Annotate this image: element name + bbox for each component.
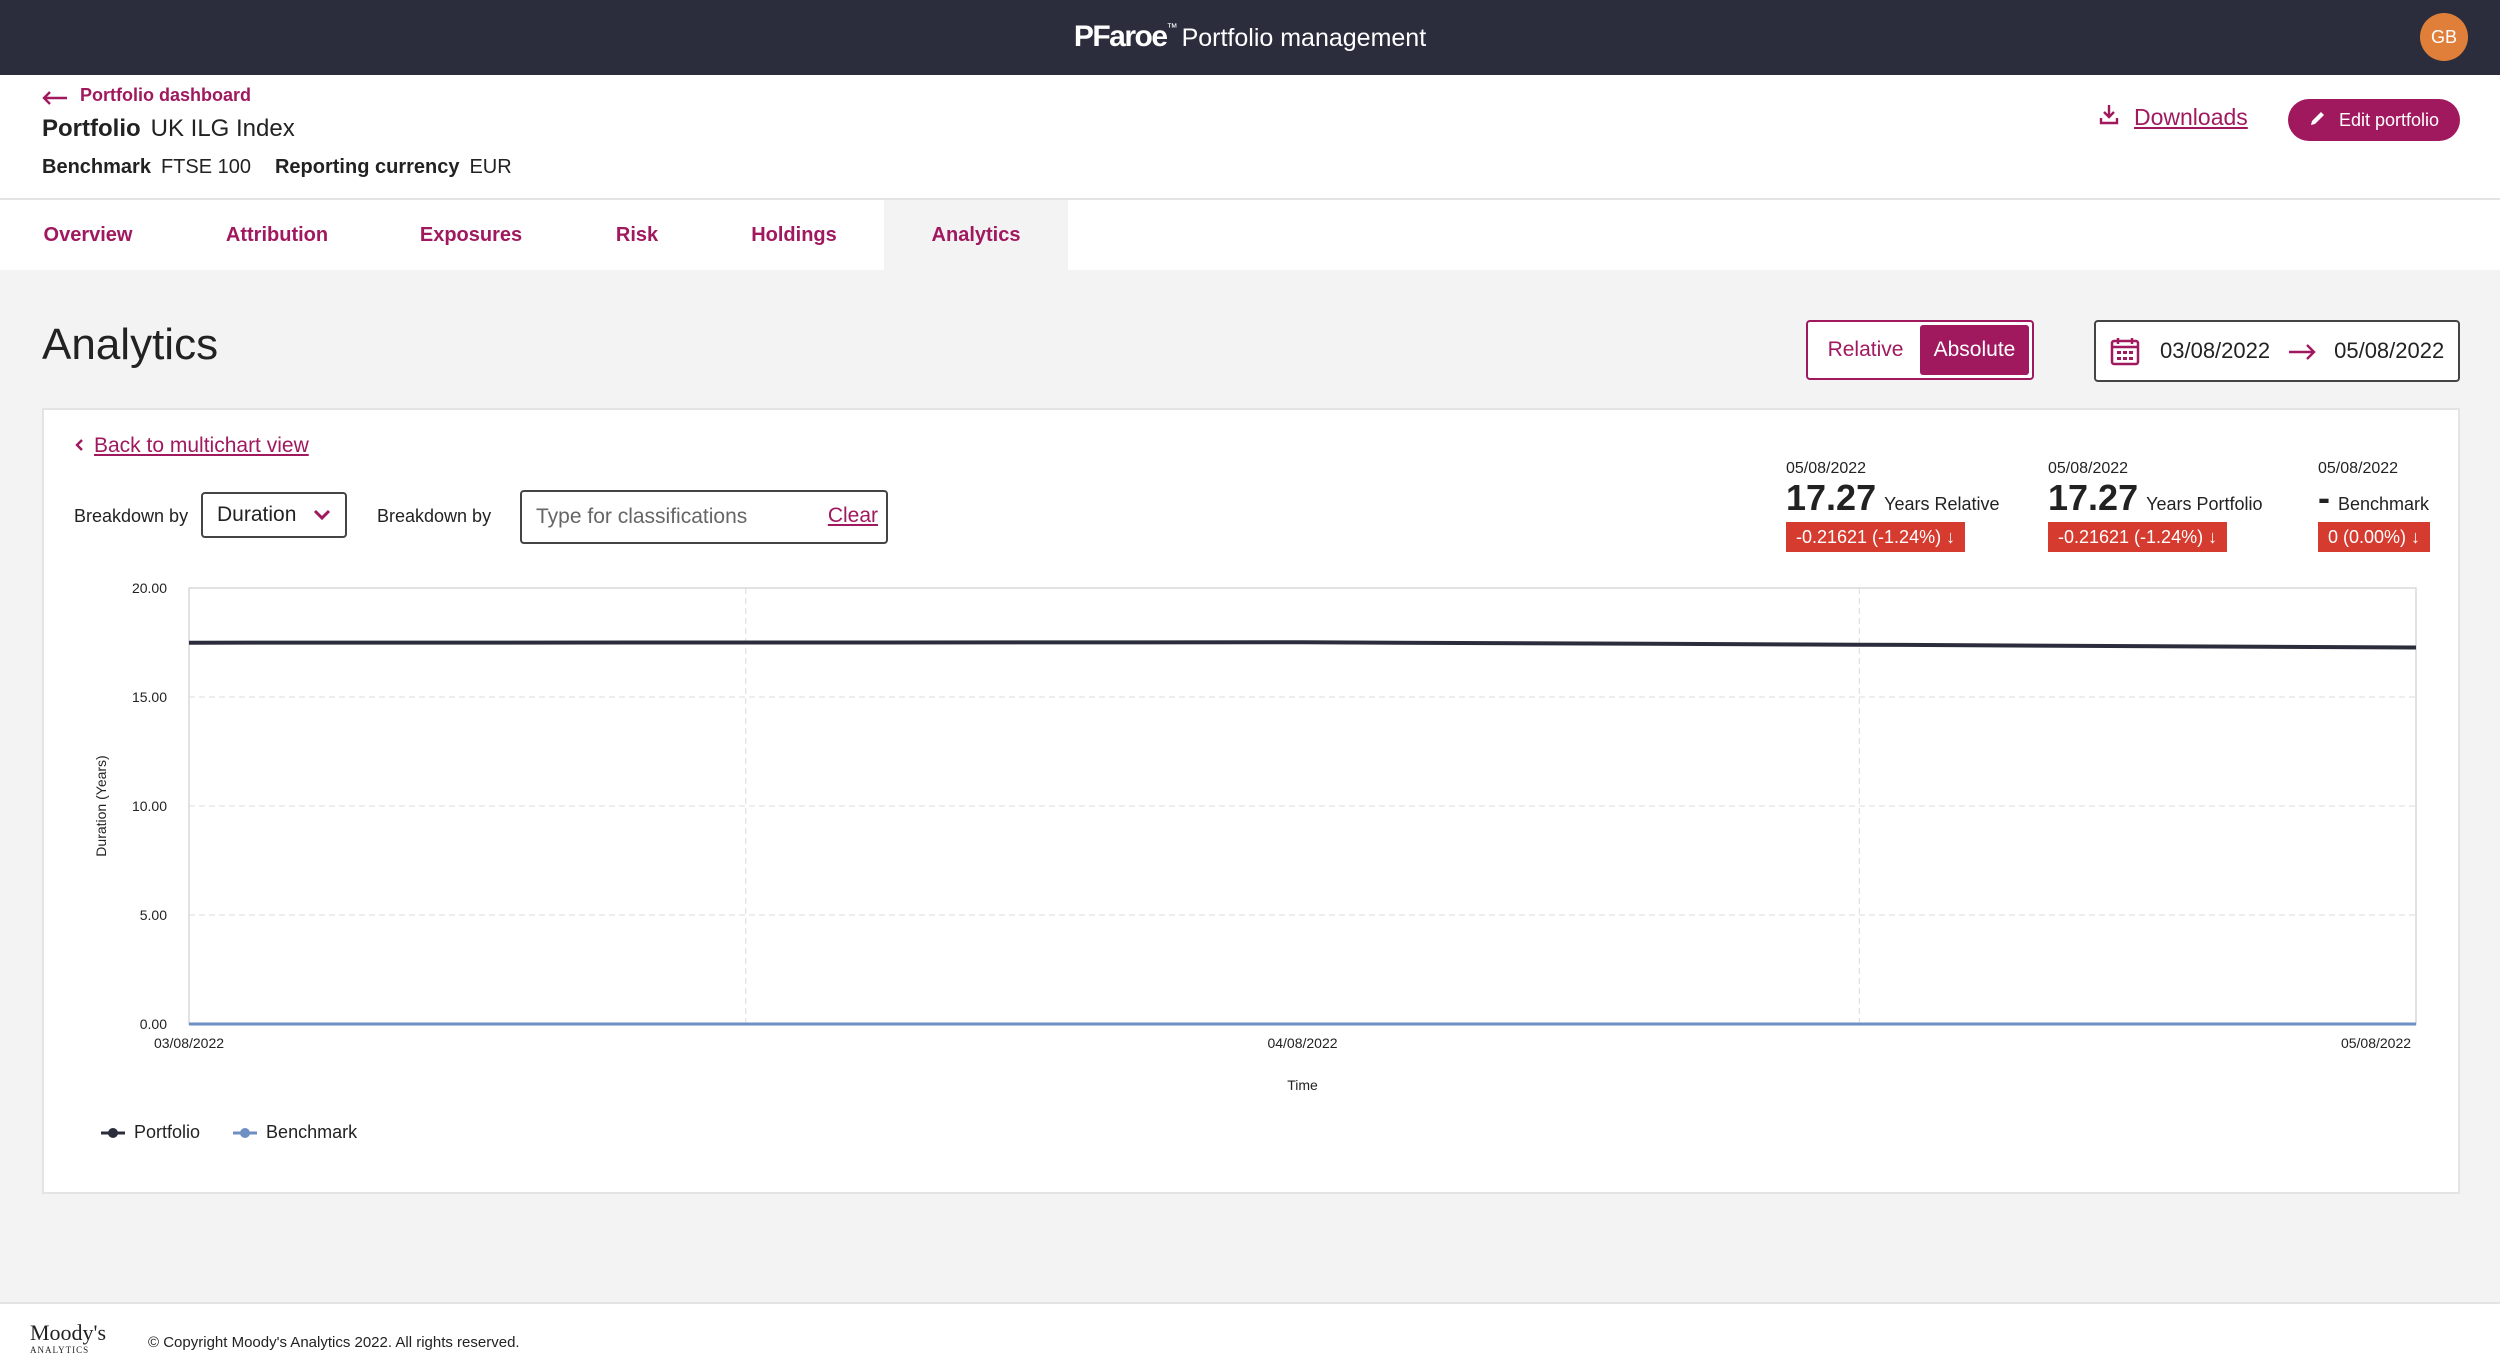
x-axis-title: Time xyxy=(1287,1077,1318,1093)
legend-marker-portfolio xyxy=(101,1127,125,1138)
trademark: ™ xyxy=(1166,22,1178,34)
chart-legend: Portfolio Benchmark xyxy=(100,1122,357,1143)
legend-label-benchmark: Benchmark xyxy=(266,1122,358,1142)
back-to-dashboard-link[interactable]: Portfolio dashboard xyxy=(42,85,251,106)
pencil-icon xyxy=(2309,109,2327,132)
legend-item-benchmark[interactable]: Benchmark xyxy=(232,1122,357,1143)
app-name: Portfolio management xyxy=(1181,24,1427,52)
relative-absolute-toggle: Relative Absolute xyxy=(1806,320,2034,380)
page-title: Analytics xyxy=(42,320,219,369)
portfolio-name: UK ILG Index xyxy=(150,115,295,142)
y-tick-label: 0.00 xyxy=(140,1016,167,1032)
portfolio-line xyxy=(188,640,2417,650)
x-tick-label: 03/08/2022 xyxy=(154,1035,224,1051)
portfolio-header: Portfolio dashboard Portfolio UK ILG Inde… xyxy=(0,75,2500,200)
portfolio-label: Portfolio xyxy=(42,115,141,142)
y-tick-label: 10.00 xyxy=(132,798,167,814)
arrow-left-icon xyxy=(42,87,68,105)
avatar[interactable]: GB xyxy=(2420,13,2468,61)
tab-exposures[interactable]: Exposures xyxy=(394,200,548,270)
y-axis-title: Duration (Years) xyxy=(93,755,109,856)
top-bar: PFaroe™ Portfolio management GB xyxy=(0,0,2500,75)
tab-risk[interactable]: Risk xyxy=(592,200,682,270)
toggle-absolute[interactable]: Absolute xyxy=(1920,325,2029,375)
currency-value: EUR xyxy=(469,156,512,178)
toggle-relative[interactable]: Relative xyxy=(1811,325,1920,375)
moodys-logo-subtext: ANALYTICS xyxy=(30,1345,90,1355)
date-start: 03/08/2022 xyxy=(2160,338,2271,363)
back-to-dashboard-label: Portfolio dashboard xyxy=(80,85,251,105)
benchmark-name: FTSE 100 xyxy=(160,156,251,178)
copyright-text: © Copyright Moody's Analytics 2022. All … xyxy=(148,1334,520,1351)
chart-card: Back to multichart view Breakdown by Dur… xyxy=(42,408,2460,1194)
legend-item-portfolio[interactable]: Portfolio xyxy=(100,1122,200,1143)
benchmark-label: Benchmark xyxy=(42,156,151,178)
legend-marker-benchmark xyxy=(233,1127,258,1138)
downloads-label: Downloads xyxy=(2134,103,2248,130)
tab-holdings[interactable]: Holdings xyxy=(726,200,862,270)
y-tick-label: 20.00 xyxy=(132,580,167,596)
edit-portfolio-button[interactable]: Edit portfolio xyxy=(2288,99,2460,141)
footer: Moody's ANALYTICS © Copyright Moody's An… xyxy=(0,1302,2500,1364)
x-tick-label: 05/08/2022 xyxy=(2341,1035,2411,1051)
tab-bar: Overview Attribution Exposures Risk Hold… xyxy=(0,200,2500,270)
moodys-logo: Moody's ANALYTICS xyxy=(30,1322,106,1355)
arrow-right-icon xyxy=(2288,334,2316,368)
downloads-link[interactable]: Downloads xyxy=(2098,103,2248,131)
benchmark-info: Benchmark FTSE 100 Reporting currency EUR xyxy=(42,156,512,179)
tab-attribution[interactable]: Attribution xyxy=(196,200,358,270)
portfolio-info: Portfolio UK ILG Index xyxy=(42,115,295,143)
pfaroe-logo: PFaroe xyxy=(1073,20,1168,53)
x-tick-label: 04/08/2022 xyxy=(1267,1035,1337,1051)
app-brand: PFaroe™ Portfolio management xyxy=(0,20,2500,54)
download-icon xyxy=(2098,103,2120,131)
tab-overview[interactable]: Overview xyxy=(14,200,162,270)
edit-portfolio-label: Edit portfolio xyxy=(2338,109,2440,130)
duration-chart: 0.00 5.00 10.00 15.00 20.00 03/08/2022 04/08/2… xyxy=(93,580,2417,1093)
legend-label-portfolio: Portfolio xyxy=(134,1122,201,1142)
moodys-logo-text: Moody's xyxy=(30,1320,107,1345)
date-range-picker[interactable]: 03/08/2022 05/08/2022 xyxy=(2094,320,2460,382)
tab-analytics[interactable]: Analytics xyxy=(884,200,1068,270)
currency-label: Reporting currency xyxy=(274,156,460,178)
y-tick-label: 15.00 xyxy=(132,689,167,705)
calendar-icon xyxy=(2110,336,2140,366)
y-tick-label: 5.00 xyxy=(140,907,167,923)
date-end: 05/08/2022 xyxy=(2334,338,2445,363)
